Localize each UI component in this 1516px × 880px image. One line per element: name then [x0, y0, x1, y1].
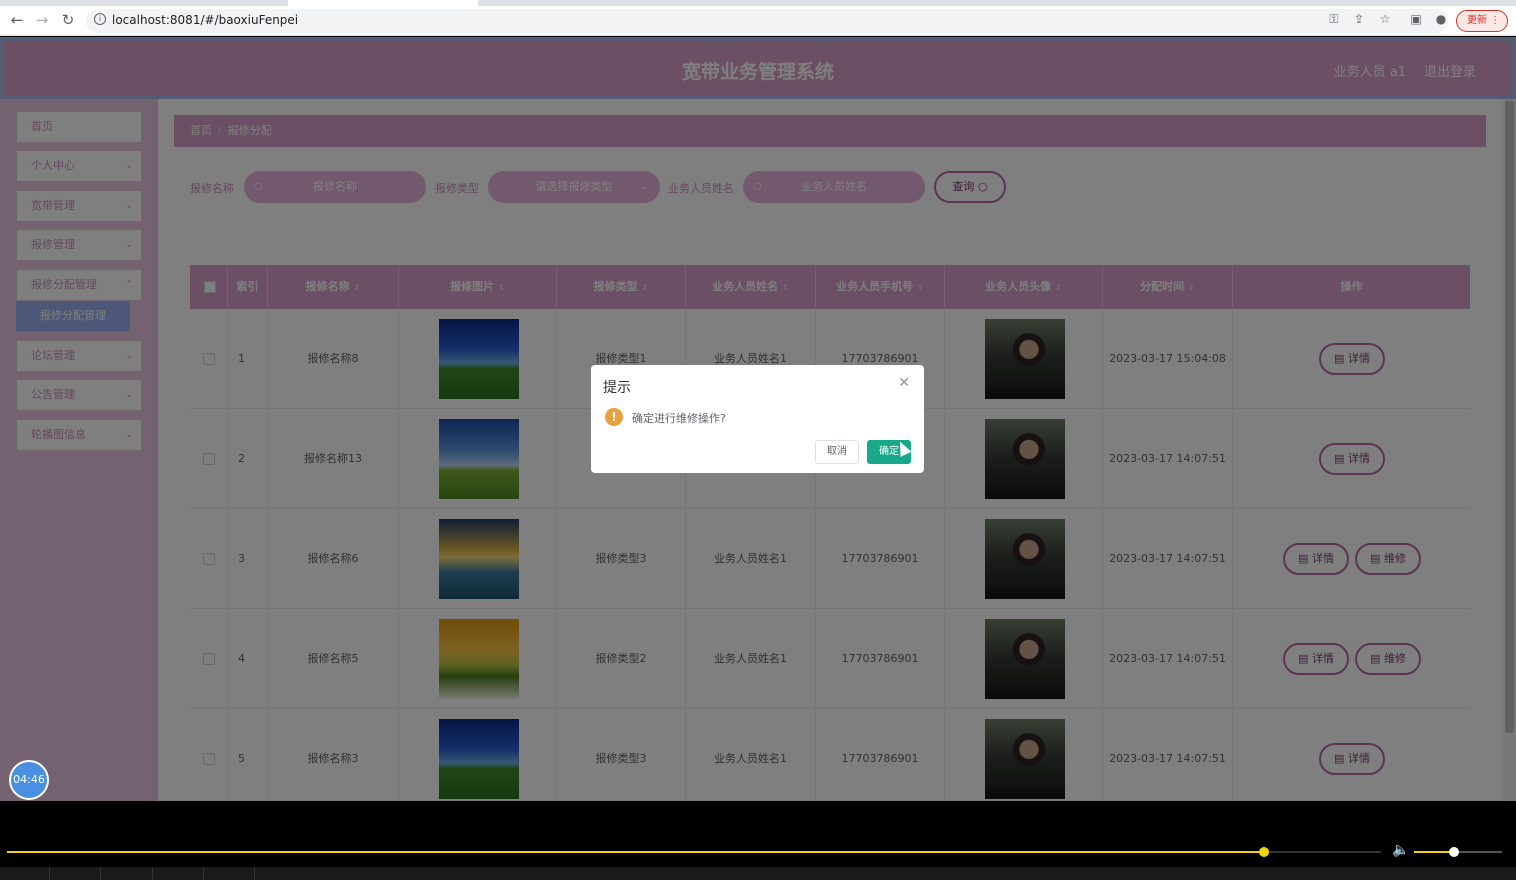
- star-icon[interactable]: ☆: [1378, 12, 1392, 26]
- volume-slider[interactable]: [1414, 847, 1502, 857]
- forward-icon[interactable]: →: [34, 12, 50, 28]
- tab-strip: [0, 0, 1516, 6]
- key-icon[interactable]: ⚿: [1327, 12, 1341, 26]
- back-icon[interactable]: ←: [9, 12, 25, 28]
- video-player-controls: 🔈: [0, 801, 1516, 880]
- app: 宽带业务管理系统 业务人员 a1 退出登录 首页 个人中心⌄ 宽带管理⌄ 报修管…: [0, 37, 1516, 801]
- browser-tab[interactable]: [288, 0, 478, 6]
- browser-chrome: ← → ↻ i localhost:8081/#/baoxiuFenpei ⚿ …: [0, 0, 1516, 36]
- volume-knob[interactable]: [1448, 847, 1459, 857]
- address-bar[interactable]: i localhost:8081/#/baoxiuFenpei: [86, 9, 1448, 33]
- dialog-message: 确定进行维修操作?: [632, 412, 726, 425]
- progress-fill: [7, 851, 1265, 853]
- confirm-dialog: 提示 ✕ ! 确定进行维修操作? 取消 确定: [591, 365, 924, 473]
- reload-icon[interactable]: ↻: [60, 12, 76, 28]
- warning-icon: !: [605, 408, 623, 426]
- url-text: localhost:8081/#/baoxiuFenpei: [112, 13, 299, 27]
- volume-icon[interactable]: 🔈: [1392, 842, 1409, 858]
- update-label: 更新: [1467, 15, 1487, 26]
- dialog-title: 提示: [603, 380, 631, 396]
- cancel-button[interactable]: 取消: [815, 440, 859, 464]
- profile-icon[interactable]: ●: [1434, 12, 1448, 26]
- share-icon[interactable]: ⇪: [1352, 12, 1366, 26]
- recording-timer: 04:46: [9, 760, 49, 800]
- player-bottom-bar: [0, 867, 1516, 880]
- close-icon[interactable]: ✕: [898, 375, 910, 391]
- sidepanel-icon[interactable]: ▣: [1409, 12, 1423, 26]
- volume-fill: [1414, 851, 1454, 853]
- progress-bar[interactable]: [7, 847, 1381, 857]
- progress-knob[interactable]: [1259, 847, 1270, 857]
- update-button[interactable]: 更新 ⋮: [1456, 10, 1508, 32]
- info-icon[interactable]: i: [94, 13, 106, 25]
